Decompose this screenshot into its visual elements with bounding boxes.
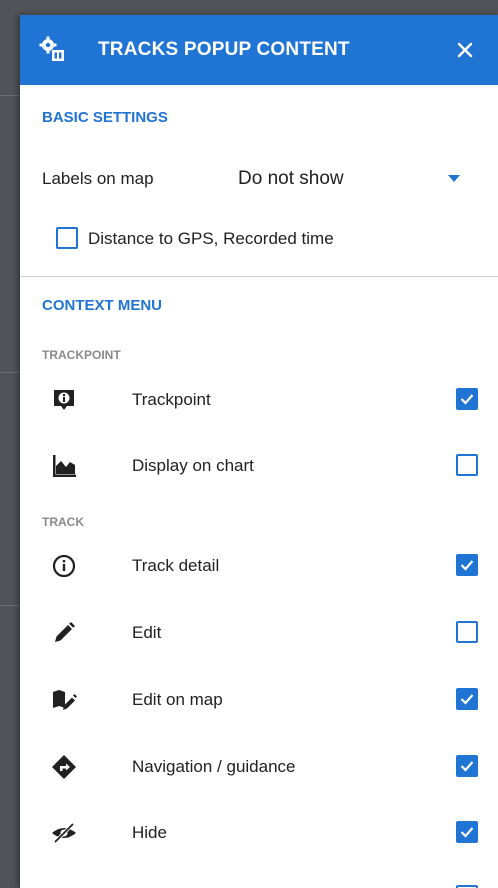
checkmark-icon [460, 394, 474, 405]
edit-on-map-checkbox[interactable] [456, 688, 478, 710]
menu-item-navigation-guidance[interactable]: Navigation / guidance [20, 737, 498, 797]
dialog-title: TRACKS POPUP CONTENT [98, 39, 350, 60]
checkmark-icon [460, 827, 474, 838]
menu-item-label: Display on chart [132, 456, 254, 475]
menu-item-trackpoint[interactable]: Trackpoint [20, 370, 498, 430]
backdrop-line [0, 95, 20, 96]
menu-item-display-on-chart[interactable]: Display on chart [20, 436, 498, 496]
pencil-icon [55, 622, 75, 642]
dropdown-arrow-icon [448, 175, 460, 182]
backdrop-line [0, 372, 20, 373]
trackpoint-icon [54, 390, 74, 410]
distance-to-gps-label: Distance to GPS, Recorded time [88, 229, 334, 248]
section-context-menu: CONTEXT MENU [42, 297, 162, 314]
trackpoint-checkbox[interactable] [456, 388, 478, 410]
menu-item-label: Hide [132, 823, 167, 842]
checkmark-icon [460, 761, 474, 772]
menu-item-label: Edit on map [132, 690, 223, 709]
display-on-chart-checkbox[interactable] [456, 454, 478, 476]
menu-item-label: Track detail [132, 556, 220, 575]
labels-on-map-label: Labels on map [42, 169, 154, 188]
group-header-trackpoint: TRACKPOINT [42, 348, 121, 362]
navigation-icon [52, 755, 76, 779]
eye-off-icon [52, 822, 76, 844]
labels-on-map-dropdown[interactable]: Do not show [216, 161, 466, 195]
dropdown-value: Do not show [238, 168, 344, 189]
checkmark-icon [460, 694, 474, 705]
section-basic-settings: BASIC SETTINGS [42, 109, 168, 126]
navigation-guidance-checkbox[interactable] [456, 755, 478, 777]
hide-checkbox[interactable] [456, 821, 478, 843]
menu-item-edit-on-map[interactable]: Edit on map [20, 670, 498, 730]
close-icon [457, 42, 473, 58]
menu-item-track-detail[interactable]: Track detail [20, 536, 498, 596]
track-detail-checkbox[interactable] [456, 554, 478, 576]
menu-item-edit[interactable]: Edit [20, 603, 498, 663]
section-divider [20, 276, 498, 277]
menu-item-label: Edit [132, 623, 162, 642]
dialog-header: TRACKS POPUP CONTENT [20, 15, 498, 85]
close-button[interactable] [448, 33, 482, 67]
map-edit-icon [53, 690, 77, 710]
backdrop-line [0, 605, 20, 606]
checkmark-icon [460, 560, 474, 571]
menu-item-label: Navigation / guidance [132, 757, 296, 776]
tracks-popup-dialog: TRACKS POPUP CONTENT BASIC SETTINGS Labe… [20, 15, 498, 888]
edit-checkbox[interactable] [456, 621, 478, 643]
menu-item-hide[interactable]: Hide [20, 803, 498, 863]
chart-icon [53, 455, 76, 477]
menu-item-partial[interactable] [20, 870, 498, 888]
menu-item-label: Trackpoint [132, 390, 211, 409]
group-header-track: TRACK [42, 515, 84, 529]
settings-icon [39, 36, 64, 61]
info-icon [52, 554, 76, 578]
distance-to-gps-checkbox[interactable] [56, 227, 78, 249]
